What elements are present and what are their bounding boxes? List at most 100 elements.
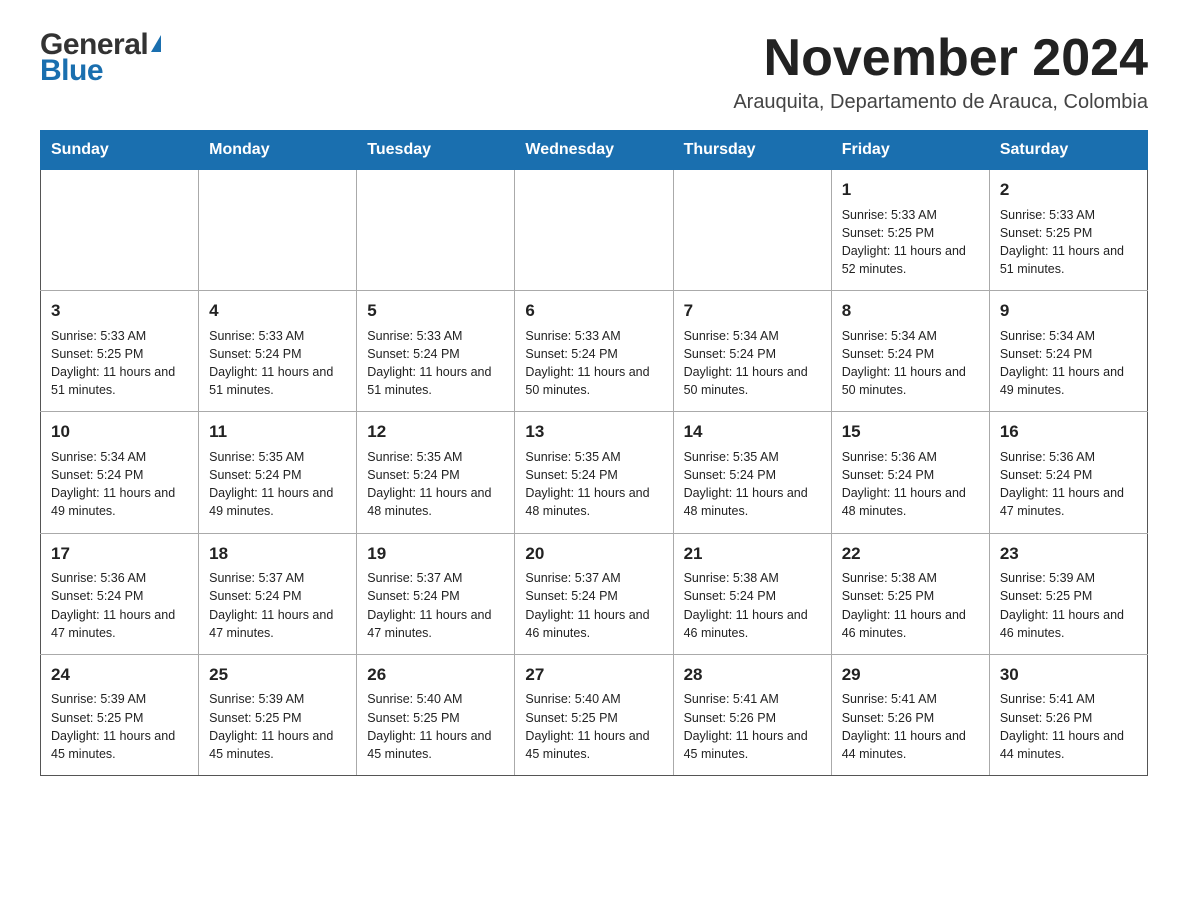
day-number: 10 (51, 420, 188, 445)
logo-blue: Blue (40, 56, 161, 86)
day-number: 13 (525, 420, 662, 445)
calendar-cell: 4 Sunrise: 5:33 AMSunset: 5:24 PMDaylight… (199, 291, 357, 412)
calendar-cell: 12Sunrise: 5:35 AMSunset: 5:24 PMDayligh… (357, 412, 515, 533)
day-number: 22 (842, 542, 979, 567)
day-number: 7 (684, 299, 821, 324)
day-number: 1 (842, 178, 979, 203)
day-info: Sunrise: 5:36 AMSunset: 5:24 PMDaylight:… (842, 448, 979, 521)
calendar-row-0: 1 Sunrise: 5:33 AMSunset: 5:25 PMDaylight… (41, 170, 1148, 291)
day-info: Sunrise: 5:37 AMSunset: 5:24 PMDaylight:… (525, 569, 662, 642)
calendar-cell (673, 170, 831, 291)
calendar-cell (199, 170, 357, 291)
calendar-cell: 21Sunrise: 5:38 AMSunset: 5:24 PMDayligh… (673, 533, 831, 654)
day-number: 28 (684, 663, 821, 688)
weekday-header-monday: Monday (199, 131, 357, 170)
calendar-cell: 16Sunrise: 5:36 AMSunset: 5:24 PMDayligh… (989, 412, 1147, 533)
weekday-header-row: SundayMondayTuesdayWednesdayThursdayFrid… (41, 131, 1148, 170)
day-info: Sunrise: 5:40 AMSunset: 5:25 PMDaylight:… (367, 690, 504, 763)
calendar-cell: 23Sunrise: 5:39 AMSunset: 5:25 PMDayligh… (989, 533, 1147, 654)
day-number: 20 (525, 542, 662, 567)
calendar-table: SundayMondayTuesdayWednesdayThursdayFrid… (40, 130, 1148, 776)
day-info: Sunrise: 5:37 AMSunset: 5:24 PMDaylight:… (209, 569, 346, 642)
day-info: Sunrise: 5:35 AMSunset: 5:24 PMDaylight:… (684, 448, 821, 521)
day-number: 2 (1000, 178, 1137, 203)
calendar-cell: 13 Sunrise: 5:35 AMSunset: 5:24 PMDayligh… (515, 412, 673, 533)
logo-triangle-icon (151, 35, 161, 52)
day-info: Sunrise: 5:33 AMSunset: 5:24 PMDaylight:… (367, 327, 504, 400)
day-info: Sunrise: 5:34 AMSunset: 5:24 PMDaylight:… (1000, 327, 1137, 400)
day-info: Sunrise: 5:33 AMSunset: 5:25 PMDaylight:… (51, 327, 188, 400)
location-subtitle: Arauquita, Departamento de Arauca, Colom… (733, 91, 1148, 114)
day-info: Sunrise: 5:41 AMSunset: 5:26 PMDaylight:… (684, 690, 821, 763)
day-info: Sunrise: 5:33 AMSunset: 5:25 PMDaylight:… (1000, 206, 1137, 279)
day-number: 14 (684, 420, 821, 445)
day-number: 5 (367, 299, 504, 324)
day-info: Sunrise: 5:35 AMSunset: 5:24 PMDaylight:… (209, 448, 346, 521)
day-info: Sunrise: 5:34 AMSunset: 5:24 PMDaylight:… (684, 327, 821, 400)
weekday-header-saturday: Saturday (989, 131, 1147, 170)
weekday-header-friday: Friday (831, 131, 989, 170)
day-info: Sunrise: 5:39 AMSunset: 5:25 PMDaylight:… (1000, 569, 1137, 642)
day-info: Sunrise: 5:33 AMSunset: 5:24 PMDaylight:… (209, 327, 346, 400)
weekday-header-sunday: Sunday (41, 131, 199, 170)
day-info: Sunrise: 5:41 AMSunset: 5:26 PMDaylight:… (1000, 690, 1137, 763)
day-number: 23 (1000, 542, 1137, 567)
day-number: 29 (842, 663, 979, 688)
day-info: Sunrise: 5:39 AMSunset: 5:25 PMDaylight:… (51, 690, 188, 763)
calendar-row-3: 17Sunrise: 5:36 AMSunset: 5:24 PMDayligh… (41, 533, 1148, 654)
day-info: Sunrise: 5:38 AMSunset: 5:25 PMDaylight:… (842, 569, 979, 642)
calendar-cell: 6 Sunrise: 5:33 AMSunset: 5:24 PMDaylight… (515, 291, 673, 412)
calendar-cell: 15 Sunrise: 5:36 AMSunset: 5:24 PMDayligh… (831, 412, 989, 533)
day-info: Sunrise: 5:40 AMSunset: 5:25 PMDaylight:… (525, 690, 662, 763)
day-number: 26 (367, 663, 504, 688)
day-info: Sunrise: 5:41 AMSunset: 5:26 PMDaylight:… (842, 690, 979, 763)
calendar-cell: 8 Sunrise: 5:34 AMSunset: 5:24 PMDaylight… (831, 291, 989, 412)
day-info: Sunrise: 5:33 AMSunset: 5:25 PMDaylight:… (842, 206, 979, 279)
day-number: 3 (51, 299, 188, 324)
day-number: 18 (209, 542, 346, 567)
day-number: 9 (1000, 299, 1137, 324)
calendar-cell: 7 Sunrise: 5:34 AMSunset: 5:24 PMDaylight… (673, 291, 831, 412)
day-number: 24 (51, 663, 188, 688)
day-number: 21 (684, 542, 821, 567)
day-info: Sunrise: 5:37 AMSunset: 5:24 PMDaylight:… (367, 569, 504, 642)
day-number: 15 (842, 420, 979, 445)
title-block: November 2024 Arauquita, Departamento de… (733, 30, 1148, 114)
day-info: Sunrise: 5:39 AMSunset: 5:25 PMDaylight:… (209, 690, 346, 763)
page-header: General Blue November 2024 Arauquita, De… (40, 30, 1148, 114)
day-number: 30 (1000, 663, 1137, 688)
calendar-cell (357, 170, 515, 291)
logo: General Blue (40, 30, 161, 86)
day-number: 8 (842, 299, 979, 324)
day-info: Sunrise: 5:34 AMSunset: 5:24 PMDaylight:… (51, 448, 188, 521)
weekday-header-wednesday: Wednesday (515, 131, 673, 170)
day-info: Sunrise: 5:33 AMSunset: 5:24 PMDaylight:… (525, 327, 662, 400)
calendar-cell: 5 Sunrise: 5:33 AMSunset: 5:24 PMDaylight… (357, 291, 515, 412)
calendar-cell: 14 Sunrise: 5:35 AMSunset: 5:24 PMDayligh… (673, 412, 831, 533)
weekday-header-tuesday: Tuesday (357, 131, 515, 170)
day-number: 4 (209, 299, 346, 324)
day-info: Sunrise: 5:34 AMSunset: 5:24 PMDaylight:… (842, 327, 979, 400)
day-info: Sunrise: 5:36 AMSunset: 5:24 PMDaylight:… (1000, 448, 1137, 521)
calendar-cell: 9 Sunrise: 5:34 AMSunset: 5:24 PMDaylight… (989, 291, 1147, 412)
calendar-row-2: 10 Sunrise: 5:34 AMSunset: 5:24 PMDayligh… (41, 412, 1148, 533)
calendar-cell: 19Sunrise: 5:37 AMSunset: 5:24 PMDayligh… (357, 533, 515, 654)
day-info: Sunrise: 5:38 AMSunset: 5:24 PMDaylight:… (684, 569, 821, 642)
calendar-cell: 30Sunrise: 5:41 AMSunset: 5:26 PMDayligh… (989, 654, 1147, 775)
day-number: 19 (367, 542, 504, 567)
calendar-cell: 26Sunrise: 5:40 AMSunset: 5:25 PMDayligh… (357, 654, 515, 775)
calendar-cell: 20Sunrise: 5:37 AMSunset: 5:24 PMDayligh… (515, 533, 673, 654)
calendar-cell: 22Sunrise: 5:38 AMSunset: 5:25 PMDayligh… (831, 533, 989, 654)
calendar-cell: 2 Sunrise: 5:33 AMSunset: 5:25 PMDaylight… (989, 170, 1147, 291)
day-number: 6 (525, 299, 662, 324)
calendar-cell: 18Sunrise: 5:37 AMSunset: 5:24 PMDayligh… (199, 533, 357, 654)
calendar-cell: 28Sunrise: 5:41 AMSunset: 5:26 PMDayligh… (673, 654, 831, 775)
day-number: 25 (209, 663, 346, 688)
calendar-cell: 24Sunrise: 5:39 AMSunset: 5:25 PMDayligh… (41, 654, 199, 775)
calendar-cell: 1 Sunrise: 5:33 AMSunset: 5:25 PMDaylight… (831, 170, 989, 291)
calendar-cell (515, 170, 673, 291)
calendar-row-4: 24Sunrise: 5:39 AMSunset: 5:25 PMDayligh… (41, 654, 1148, 775)
calendar-cell: 27Sunrise: 5:40 AMSunset: 5:25 PMDayligh… (515, 654, 673, 775)
day-number: 17 (51, 542, 188, 567)
day-info: Sunrise: 5:35 AMSunset: 5:24 PMDaylight:… (525, 448, 662, 521)
